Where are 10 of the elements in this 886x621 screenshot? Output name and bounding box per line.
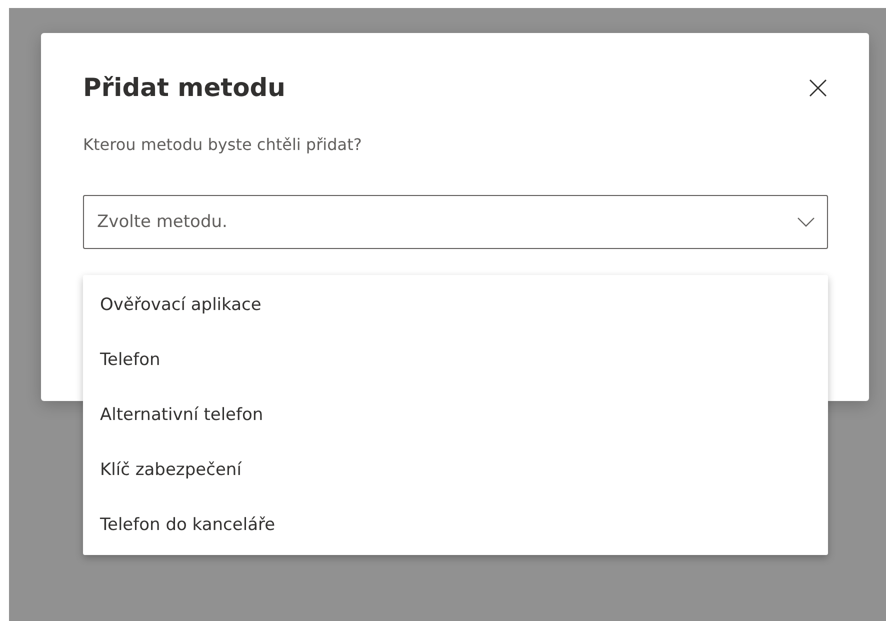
dialog-title: Přidat metodu (83, 72, 286, 104)
close-icon (808, 78, 828, 98)
question-text: Kterou metodu byste chtěli přidat? (83, 134, 363, 156)
dropdown-option[interactable]: Alternativní telefon (83, 387, 828, 442)
dropdown-option[interactable]: Telefon (83, 332, 828, 387)
dropdown-option[interactable]: Telefon do kanceláře (83, 497, 828, 552)
dropdown-option[interactable]: Ověřovací aplikace (83, 277, 828, 332)
dropdown-option[interactable]: Klíč zabezpečení (83, 442, 828, 497)
chevron-down-icon (797, 217, 815, 227)
method-select[interactable]: Zvolte metodu. (83, 195, 828, 249)
